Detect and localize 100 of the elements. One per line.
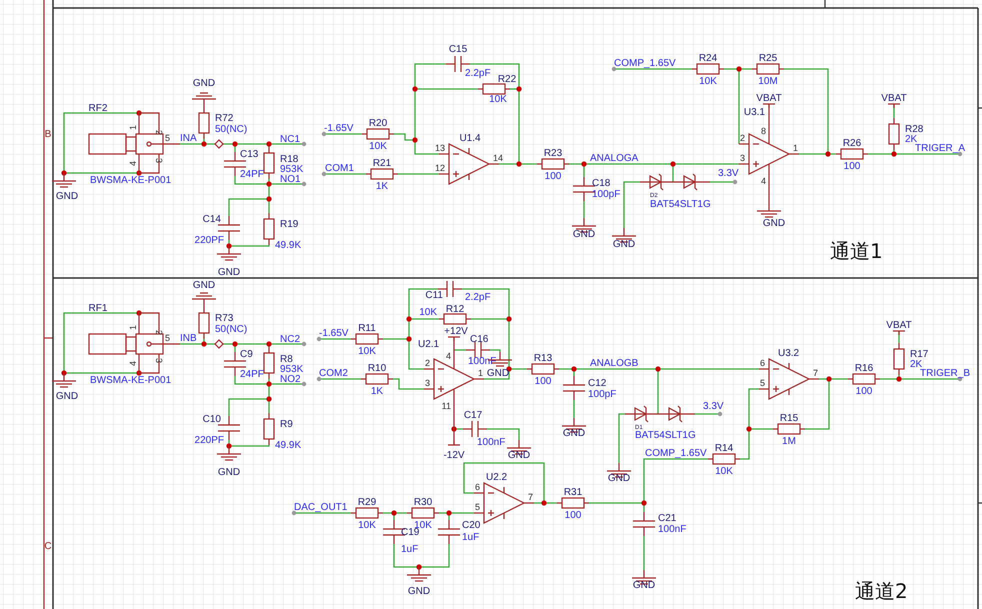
net-label: 3.3V (718, 168, 739, 179)
pin-number: 5 (760, 378, 765, 388)
junction-dot (136, 170, 142, 176)
component-value: 49.9K (275, 440, 302, 451)
diode-pair-icon (625, 406, 695, 422)
wire (393, 378, 424, 390)
component-value: 2K (910, 359, 922, 370)
net-label: ANALOGA (590, 153, 638, 164)
power-rail-icon (888, 103, 900, 108)
pin-number: 3 (740, 153, 745, 163)
pin-number: 1 (128, 324, 138, 330)
junction-dot (232, 341, 238, 347)
wire (583, 201, 585, 218)
ground-label: GND (218, 467, 240, 478)
wire (294, 512, 351, 514)
component-value: BWSMA-KE-P001 (90, 175, 172, 186)
pin-number: 4 (446, 351, 451, 361)
pin-number: 2 (154, 130, 164, 136)
wire (319, 338, 351, 340)
wire (324, 173, 366, 175)
reference-designator: R8 (280, 354, 293, 365)
port-dot (302, 142, 306, 146)
opamp-icon (759, 358, 819, 400)
resistor-icon (537, 158, 569, 170)
pin-number: 2 (424, 358, 430, 368)
capacitor-icon (563, 376, 585, 400)
port-dot (302, 382, 306, 386)
net-label: TRIGER_B (920, 368, 970, 379)
reference-designator: R25 (758, 53, 778, 64)
resistor-icon (198, 107, 210, 139)
pin-number: 6 (474, 482, 480, 492)
reference-designator: R12 (446, 304, 464, 315)
component-value: 10K (358, 346, 376, 357)
resistor-icon (888, 118, 900, 150)
junction-dot (746, 426, 752, 432)
junction-dot (826, 376, 832, 382)
component-value: 953K (280, 164, 304, 175)
component-value: 1K (376, 181, 388, 192)
power-rail-icon (448, 336, 460, 341)
net-label: INB (180, 333, 197, 344)
reference-designator: C19 (401, 527, 420, 538)
reference-designator: C21 (658, 513, 676, 524)
resistor-icon (836, 148, 868, 160)
component-value: 24PF (240, 169, 264, 180)
ground-icon (192, 292, 216, 307)
junction-dot (226, 443, 232, 449)
component-value: 50(NC) (215, 124, 248, 135)
pin-number: 1 (793, 143, 798, 153)
pin-number: 12 (434, 163, 445, 173)
component-value: 100 (844, 161, 860, 172)
power-label: VBAT (881, 93, 907, 104)
port-dot (958, 152, 962, 156)
reference-designator: C11 (425, 290, 443, 301)
component-value: 100nF (477, 437, 506, 448)
port-dot (718, 412, 722, 416)
reference-designator: U3.2 (778, 348, 800, 359)
component-value: 10K (489, 94, 507, 105)
resistor-icon (263, 213, 275, 245)
pin-number: 5 (165, 133, 170, 143)
pin-number: 5 (474, 502, 480, 512)
pin-number: 4 (760, 176, 766, 186)
component-value: 100nF (468, 356, 496, 367)
junction-dot (581, 161, 587, 167)
connector-icon (88, 312, 180, 374)
ground-label: GND (192, 78, 216, 89)
pin-number: 2 (740, 133, 745, 143)
component-value: 2.2pF (465, 68, 491, 79)
junction-dot (266, 396, 272, 402)
junction-dot (896, 376, 902, 382)
reference-designator: R16 (854, 363, 874, 374)
junction-dot (446, 510, 452, 516)
pin-number: 5 (165, 333, 170, 343)
wire (695, 413, 720, 415)
component-value: 100 (564, 510, 582, 521)
wire (487, 428, 520, 440)
component-value: 24PF (240, 369, 264, 380)
reference-designator: R23 (544, 148, 562, 159)
ground-label: GND (762, 218, 786, 229)
reference-designator: R21 (372, 158, 392, 169)
component-value: 10K (419, 307, 437, 318)
reference-designator: C20 (462, 520, 480, 531)
resistor-icon (708, 453, 740, 465)
junction-dot (61, 170, 67, 176)
wire (324, 133, 362, 135)
port-dot (292, 510, 296, 516)
junction-dot (266, 196, 272, 202)
resistor-icon (407, 507, 439, 519)
power-label: VBAT (886, 320, 912, 331)
reference-designator: R14 (714, 443, 734, 454)
pin-number: 3 (154, 158, 164, 164)
junction-dot (825, 151, 831, 157)
ground-icon (407, 567, 431, 582)
power-label: VBAT (756, 93, 782, 104)
reference-designator: R28 (905, 124, 924, 135)
pin-number: 4 (128, 360, 138, 366)
net-label: NC2 (280, 334, 300, 345)
reference-designator: C12 (588, 378, 606, 389)
ground-label: GND (608, 473, 630, 484)
component-value: 100 (534, 376, 552, 387)
resistor-icon (557, 497, 589, 509)
